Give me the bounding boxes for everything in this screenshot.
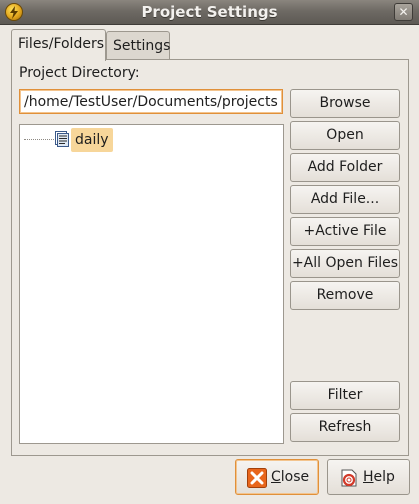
close-button[interactable]: Close	[235, 459, 319, 495]
remove-button[interactable]: Remove	[290, 281, 400, 310]
filter-button[interactable]: Filter	[290, 381, 400, 410]
project-directory-label: Project Directory:	[19, 65, 140, 81]
help-mnemonic: H	[363, 469, 374, 485]
help-label-rest: elp	[373, 469, 395, 485]
window-title: Project Settings	[141, 3, 278, 21]
help-button[interactable]: Help	[327, 459, 410, 495]
add-all-open-files-button[interactable]: +All Open Files	[290, 249, 400, 278]
close-button-label: Close	[271, 468, 309, 486]
help-icon	[341, 469, 357, 487]
browse-button[interactable]: Browse	[290, 89, 400, 118]
add-active-file-button[interactable]: +Active File	[290, 217, 400, 246]
tree-item-daily[interactable]: daily	[71, 128, 113, 152]
add-folder-button[interactable]: Add Folder	[290, 153, 400, 182]
project-tree[interactable]: daily	[19, 124, 284, 444]
project-directory-input[interactable]	[19, 89, 283, 114]
tree-connector-line	[24, 139, 58, 140]
window-close-button[interactable]: ✕	[394, 3, 413, 21]
project-file-icon	[55, 131, 69, 147]
open-button[interactable]: Open	[290, 121, 400, 150]
close-x-icon	[247, 468, 267, 488]
close-mnemonic: C	[271, 469, 281, 485]
close-label-rest: lose	[280, 469, 310, 485]
tab-settings[interactable]: Settings	[106, 31, 170, 61]
help-button-label: Help	[363, 468, 395, 486]
refresh-button[interactable]: Refresh	[290, 413, 400, 442]
window-titlebar[interactable]: Project Settings ✕	[0, 0, 419, 25]
tab-files-folders[interactable]: Files/Folders	[11, 29, 106, 61]
add-file-button[interactable]: Add File...	[290, 185, 400, 214]
